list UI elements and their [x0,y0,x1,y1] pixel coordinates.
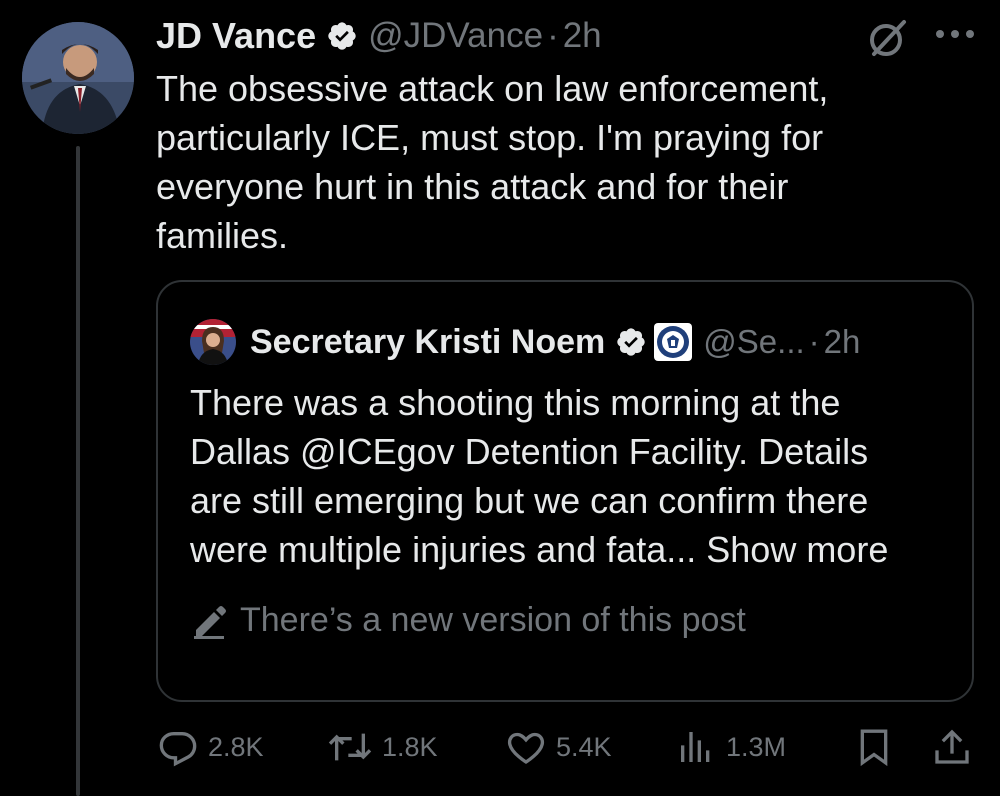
bookmark-icon [860,729,888,767]
post[interactable]: JD Vance @JDVance · 2h The obsessive att… [0,0,1000,796]
action-bar: 2.8K 1.8K 5.4K 1.3M [156,722,976,772]
quoted-post-text: There was a shooting this morning at the… [190,378,950,574]
like-icon [507,732,545,764]
like-button[interactable]: 5.4K [506,722,612,772]
views-count: 1.3M [726,731,787,762]
quoted-post[interactable]: Secretary Kristi Noem @Se... · 2h There … [156,280,974,702]
verified-badge-icon[interactable] [326,20,358,52]
share-icon [935,729,969,764]
quoted-post-header: Secretary Kristi Noem @Se... · 2h [190,318,860,366]
repost-button[interactable]: 1.8K [328,722,438,772]
views-button[interactable]: 1.3M [676,722,786,772]
reply-icon [159,732,197,767]
quoted-post-time[interactable]: 2h [824,323,861,361]
reply-button[interactable]: 2.8K [158,722,264,772]
thread-line [76,146,80,796]
post-text: The obsessive attack on law enforcement,… [156,68,829,256]
author-handle[interactable]: @JDVance [368,16,543,56]
author-name[interactable]: JD Vance [156,15,316,57]
more-icon[interactable] [930,14,980,54]
separator-dot: · [547,16,559,55]
like-count: 5.4K [556,731,612,762]
repost-icon [328,733,372,761]
post-time[interactable]: 2h [563,16,602,56]
edit-notice[interactable]: There’s a new version of this post [190,600,746,640]
avatar-photo [22,22,134,134]
repost-count: 1.8K [382,731,438,762]
pencil-icon [194,606,226,639]
separator-dot: · [808,323,820,360]
quoted-author-handle[interactable]: @Se... [703,323,804,361]
share-button[interactable] [932,722,982,772]
grok-icon[interactable] [866,16,910,60]
bookmark-button[interactable] [854,722,904,772]
show-more-link[interactable]: Show more [706,529,888,570]
quoted-author-name[interactable]: Secretary Kristi Noem [250,323,605,362]
reply-count: 2.8K [208,731,264,762]
post-header: JD Vance @JDVance · 2h [156,12,602,60]
verified-badge-icon[interactable] [615,326,647,358]
edit-notice-text: There’s a new version of this post [240,600,746,639]
dhs-seal-icon[interactable] [653,322,693,362]
views-icon [681,732,710,762]
author-avatar[interactable] [22,22,134,134]
quoted-author-avatar[interactable] [190,319,236,365]
